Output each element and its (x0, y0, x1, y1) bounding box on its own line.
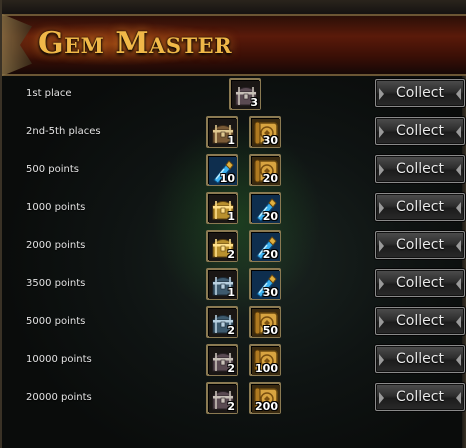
item-quantity: 2 (227, 400, 235, 413)
arrow-left-icon (379, 354, 384, 366)
reward-row: 10000 points 2 100 Collect (2, 342, 466, 380)
reward-item-slot[interactable]: 20 (249, 192, 281, 224)
arrow-right-icon (456, 240, 461, 252)
arrow-right-icon (456, 278, 461, 290)
arrow-left-icon (379, 392, 384, 404)
panel-title: Gem Master (38, 26, 233, 61)
item-quantity: 10 (219, 172, 235, 185)
reward-item-slot[interactable]: 20 (249, 154, 281, 186)
arrow-right-icon (456, 392, 461, 404)
collect-button[interactable]: Collect (375, 193, 465, 221)
arrow-right-icon (456, 316, 461, 328)
item-quantity: 200 (255, 400, 278, 413)
reward-row: 2000 points 2 20 Collect (2, 228, 466, 266)
item-quantity: 20 (262, 210, 278, 223)
arrow-left-icon (379, 316, 384, 328)
reward-tier-label: 3500 points (26, 278, 86, 289)
reward-tier-label: 20000 points (26, 392, 92, 403)
gem-master-panel: Gem Master 1st place 3 Collect 2nd-5th plac… (0, 0, 466, 448)
item-quantity: 20 (262, 172, 278, 185)
collect-button[interactable]: Collect (375, 383, 465, 411)
reward-row: 2nd-5th places 1 30 Collect (2, 114, 466, 152)
reward-item-slot[interactable]: 3 (229, 78, 261, 110)
collect-button-label: Collect (396, 313, 444, 329)
arrow-left-icon (379, 240, 384, 252)
arrow-right-icon (456, 164, 461, 176)
arrow-right-icon (456, 126, 461, 138)
arrow-left-icon (379, 202, 384, 214)
item-quantity: 50 (262, 324, 278, 337)
reward-row: 1000 points 1 20 Collect (2, 190, 466, 228)
reward-tier-label: 500 points (26, 164, 79, 175)
item-quantity: 1 (227, 210, 235, 223)
collect-button-label: Collect (396, 161, 444, 177)
collect-button[interactable]: Collect (375, 269, 465, 297)
collect-button-label: Collect (396, 123, 444, 139)
reward-tier-label: 5000 points (26, 316, 86, 327)
arrow-right-icon (456, 354, 461, 366)
reward-tier-label: 10000 points (26, 354, 92, 365)
reward-row: 3500 points 1 30 Collect (2, 266, 466, 304)
item-quantity: 30 (262, 134, 278, 147)
collect-button[interactable]: Collect (375, 155, 465, 183)
collect-button-label: Collect (396, 85, 444, 101)
reward-item-slot[interactable]: 2 (206, 344, 238, 376)
reward-item-slot[interactable]: 200 (249, 382, 281, 414)
item-quantity: 100 (255, 362, 278, 375)
item-quantity: 1 (227, 134, 235, 147)
item-quantity: 3 (250, 96, 258, 109)
collect-button-label: Collect (396, 351, 444, 367)
item-quantity: 2 (227, 248, 235, 261)
reward-item-slot[interactable]: 50 (249, 306, 281, 338)
reward-item-slot[interactable]: 100 (249, 344, 281, 376)
reward-item-slot[interactable]: 1 (206, 268, 238, 300)
arrow-left-icon (379, 126, 384, 138)
arrow-right-icon (456, 88, 461, 100)
reward-row: 1st place 3 Collect (2, 76, 466, 114)
collect-button-label: Collect (396, 199, 444, 215)
arrow-right-icon (456, 202, 461, 214)
arrow-left-icon (379, 164, 384, 176)
reward-item-slot[interactable]: 1 (206, 116, 238, 148)
reward-item-slot[interactable]: 30 (249, 268, 281, 300)
reward-item-slot[interactable]: 30 (249, 116, 281, 148)
reward-tier-label: 1000 points (26, 202, 86, 213)
collect-button[interactable]: Collect (375, 231, 465, 259)
reward-item-slot[interactable]: 2 (206, 382, 238, 414)
reward-item-slot[interactable]: 2 (206, 306, 238, 338)
collect-button-label: Collect (396, 275, 444, 291)
arrow-left-icon (379, 88, 384, 100)
reward-tier-label: 1st place (26, 88, 72, 99)
item-quantity: 30 (262, 286, 278, 299)
reward-tier-label: 2nd-5th places (26, 126, 101, 137)
item-quantity: 1 (227, 286, 235, 299)
item-quantity: 2 (227, 362, 235, 375)
reward-item-slot[interactable]: 1 (206, 192, 238, 224)
collect-button[interactable]: Collect (375, 345, 465, 373)
arrow-left-icon (379, 278, 384, 290)
reward-item-slot[interactable]: 2 (206, 230, 238, 262)
reward-tier-label: 2000 points (26, 240, 86, 251)
reward-row: 500 points 10 20 Collect (2, 152, 466, 190)
collect-button[interactable]: Collect (375, 117, 465, 145)
collect-button[interactable]: Collect (375, 79, 465, 107)
collect-button-label: Collect (396, 389, 444, 405)
item-quantity: 20 (262, 248, 278, 261)
reward-row: 5000 points 2 50 Collect (2, 304, 466, 342)
reward-item-slot[interactable]: 10 (206, 154, 238, 186)
collect-button-label: Collect (396, 237, 444, 253)
reward-item-slot[interactable]: 20 (249, 230, 281, 262)
collect-button[interactable]: Collect (375, 307, 465, 335)
reward-row: 20000 points 2 200 Collect (2, 380, 466, 418)
item-quantity: 2 (227, 324, 235, 337)
